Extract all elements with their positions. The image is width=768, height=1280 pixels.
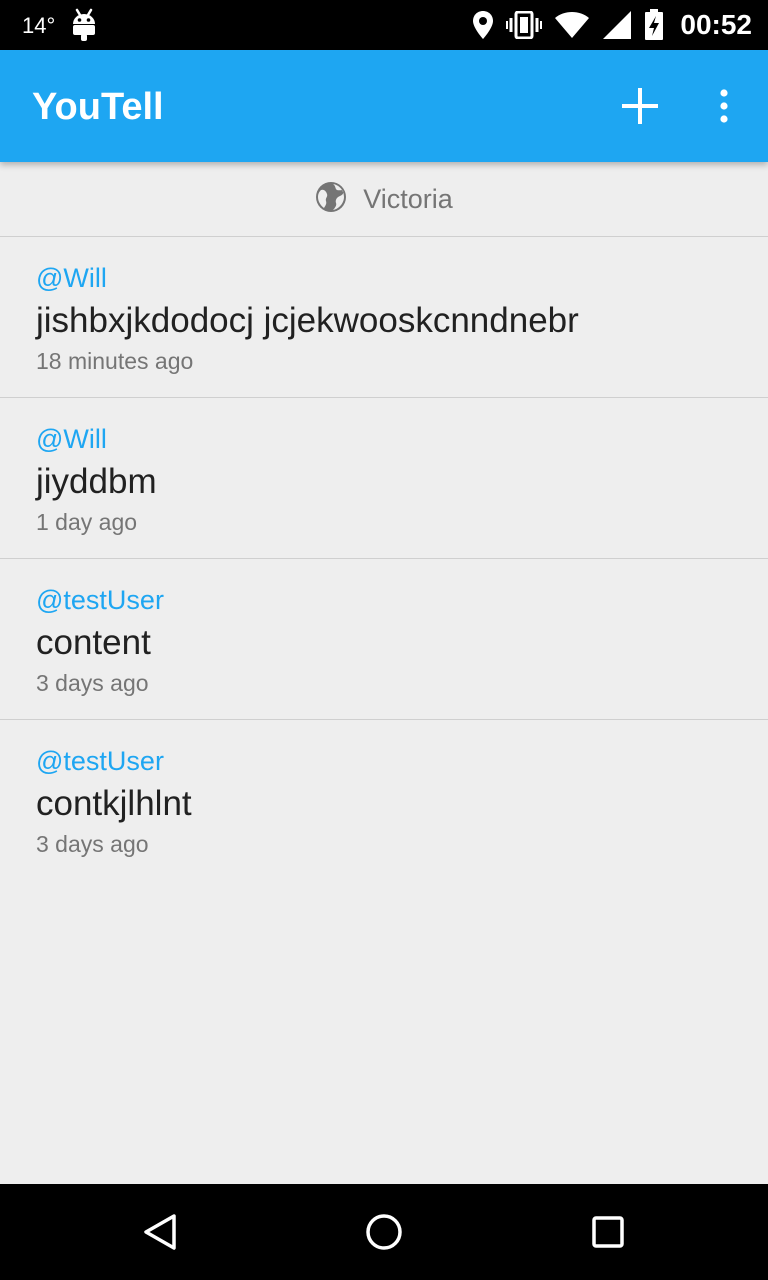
recents-icon bbox=[592, 1216, 624, 1248]
post-timestamp: 18 minutes ago bbox=[36, 348, 194, 374]
post-item[interactable]: @testUser content 3 days ago bbox=[0, 559, 768, 720]
navigation-bar bbox=[0, 1184, 768, 1280]
status-bar: 14° 00:52 bbox=[0, 0, 768, 50]
app-bar: YouTell bbox=[0, 50, 768, 162]
back-icon bbox=[144, 1214, 176, 1250]
status-temperature: 14° bbox=[22, 13, 56, 38]
location-icon bbox=[472, 10, 494, 40]
signal-icon bbox=[602, 10, 632, 40]
post-timestamp: 3 days ago bbox=[36, 831, 149, 857]
post-item[interactable]: @Will jishbxjkdodocj jcjekwooskcnndnebr … bbox=[0, 237, 768, 398]
post-username[interactable]: @Will bbox=[36, 424, 107, 455]
post-content: jiyddbm bbox=[36, 462, 157, 501]
wifi-icon bbox=[554, 11, 590, 39]
location-label: Victoria bbox=[363, 183, 453, 214]
plus-icon bbox=[622, 88, 658, 124]
android-icon bbox=[70, 8, 98, 42]
post-content: contkjlhlnt bbox=[36, 784, 192, 823]
add-post-button[interactable] bbox=[612, 78, 668, 134]
back-button[interactable] bbox=[130, 1202, 190, 1262]
post-feed: @Will jishbxjkdodocj jcjekwooskcnndnebr … bbox=[0, 237, 768, 881]
app-title: YouTell bbox=[32, 86, 164, 128]
recents-button[interactable] bbox=[578, 1202, 638, 1262]
more-vert-icon bbox=[720, 89, 728, 123]
post-username[interactable]: @Will bbox=[36, 263, 107, 294]
post-timestamp: 1 day ago bbox=[36, 509, 138, 535]
post-username[interactable]: @testUser bbox=[36, 746, 164, 777]
post-content: jishbxjkdodocj jcjekwooskcnndnebr bbox=[36, 301, 579, 340]
post-timestamp: 3 days ago bbox=[36, 670, 149, 696]
home-icon bbox=[366, 1214, 402, 1250]
globe-icon bbox=[315, 181, 347, 218]
post-item[interactable]: @Will jiyddbm 1 day ago bbox=[0, 398, 768, 559]
home-button[interactable] bbox=[354, 1202, 414, 1262]
vibrate-icon bbox=[506, 11, 543, 39]
status-time: 00:52 bbox=[680, 9, 752, 40]
location-bar[interactable]: Victoria bbox=[0, 162, 768, 237]
post-content: content bbox=[36, 623, 151, 662]
overflow-menu-button[interactable] bbox=[700, 78, 748, 134]
post-username[interactable]: @testUser bbox=[36, 585, 164, 616]
post-item[interactable]: @testUser contkjlhlnt 3 days ago bbox=[0, 720, 768, 881]
battery-charging-icon bbox=[644, 9, 664, 41]
status-icons: 00:52 bbox=[472, 0, 752, 50]
